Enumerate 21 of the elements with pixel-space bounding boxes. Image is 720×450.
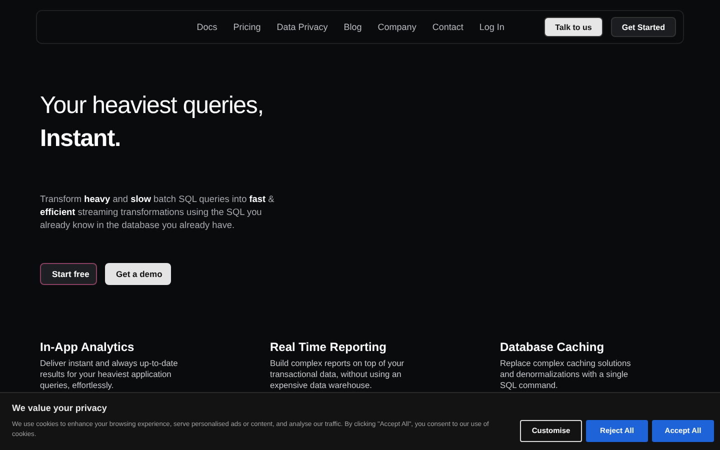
feature-title: Database Caching [500,340,606,354]
cta-button[interactable]: Get a demo [105,263,171,285]
nav-button[interactable]: Get Started [610,17,676,37]
feature-description: Deliver instant and always up-to-date results for your heaviest application queries, effortlessly. [40,358,179,391]
nav-link[interactable]: Pricing [233,22,261,32]
nav-link[interactable]: Blog [344,22,362,32]
feature-title: Real Time Reporting [270,340,388,354]
nav-link[interactable]: Company [378,22,416,32]
hero-description: Transform heavy and slow batch SQL queries into fast & efficient streaming transformations using the SQL you already know in the database you already have. [40,193,276,232]
hero-title: Instant. [40,124,122,154]
hero-title: Your heaviest queries, [40,91,264,121]
cta-button[interactable]: Start free [40,263,97,285]
nav-link[interactable]: Log In [479,22,504,32]
nav-link[interactable]: Docs [196,22,218,32]
feature-description: Build complex reports on top of your transactional data, without using an expensive data warehouse. [270,358,406,391]
cookie-title: We value your privacy [12,403,108,413]
feature-title: In-App Analytics [40,340,136,354]
nav-button[interactable]: Talk to us [544,17,603,37]
nav-link[interactable]: Data Privacy [276,22,328,32]
feature-description: Replace complex caching solutions and denormalizations with a single SQL command. [500,358,632,391]
nav-link[interactable]: Contact [432,22,464,32]
